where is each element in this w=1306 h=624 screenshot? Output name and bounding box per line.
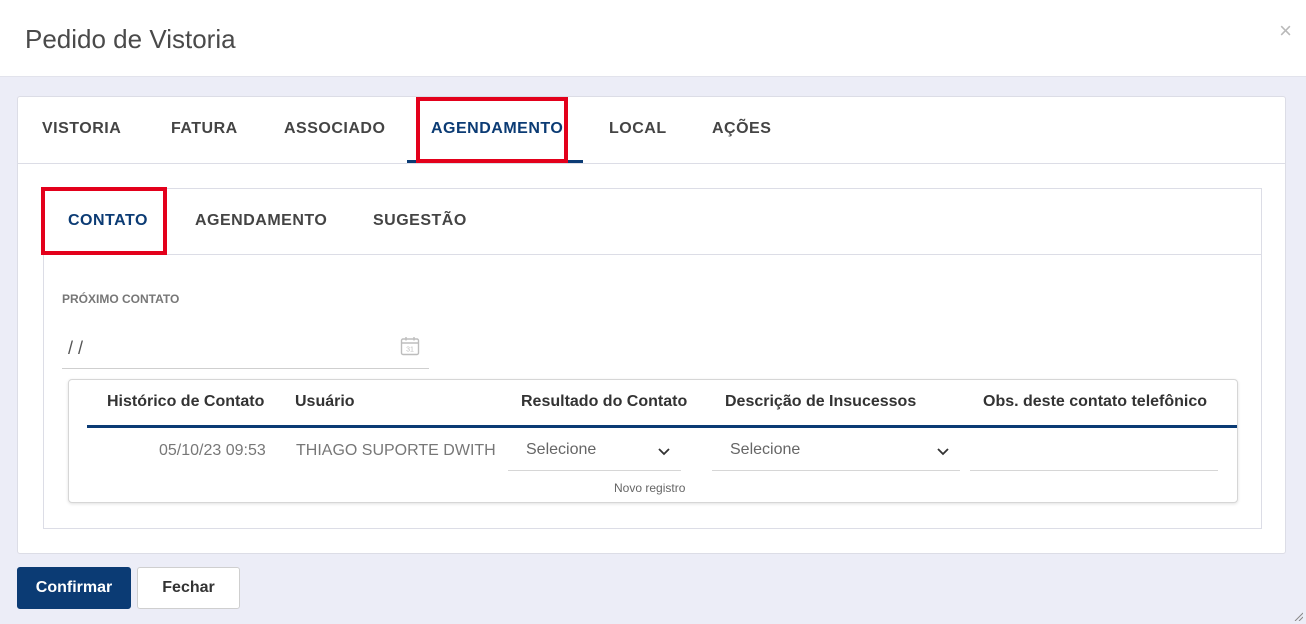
confirm-button[interactable]: Confirmar: [17, 567, 131, 609]
tab-fatura[interactable]: FATURA: [171, 120, 238, 138]
tab-local[interactable]: LOCAL: [609, 120, 667, 138]
main-card: VISTORIA FATURA ASSOCIADO AGENDAMENTO LO…: [17, 96, 1286, 554]
column-header-resultado: Resultado do Contato: [521, 393, 688, 410]
subtab-contato[interactable]: CONTATO: [68, 212, 148, 230]
column-header-descricao: Descrição de Insucessos: [725, 393, 917, 410]
svg-text:31: 31: [406, 347, 414, 354]
column-header-usuario: Usuário: [295, 393, 355, 410]
table-header-divider: [87, 425, 1237, 428]
column-header-obs: Obs. deste contato telefônico: [983, 393, 1208, 410]
chevron-down-icon: [937, 448, 949, 456]
resultado-select-value: Selecione: [526, 441, 597, 458]
sub-tabs: CONTATO AGENDAMENTO SUGESTÃO: [44, 189, 1261, 255]
active-tab-indicator: [407, 160, 583, 163]
descricao-select-value: Selecione: [730, 441, 801, 458]
tab-agendamento[interactable]: AGENDAMENTO: [431, 120, 563, 138]
tab-vistoria[interactable]: VISTORIA: [42, 120, 121, 138]
modal-title: Pedido de Vistoria: [25, 24, 236, 54]
resize-grip-icon[interactable]: [1293, 611, 1303, 621]
subtab-sugestao[interactable]: SUGESTÃO: [373, 212, 467, 230]
new-record-link[interactable]: Novo registro: [614, 481, 685, 495]
tab-associado[interactable]: ASSOCIADO: [284, 120, 385, 138]
proximo-contato-label: PRÓXIMO CONTATO: [62, 292, 180, 306]
close-icon[interactable]: ×: [1279, 20, 1292, 42]
close-button[interactable]: Fechar: [137, 567, 240, 609]
sub-card: CONTATO AGENDAMENTO SUGESTÃO PRÓXIMO CON…: [41, 187, 1262, 529]
obs-input[interactable]: [970, 430, 1218, 471]
modal-header: Pedido de Vistoria ×: [0, 0, 1306, 77]
cell-historico: 05/10/23 09:53: [159, 442, 266, 459]
cell-usuario: THIAGO SUPORTE DWITH: [296, 442, 496, 459]
descricao-select[interactable]: Selecione: [712, 430, 960, 471]
column-header-historico: Histórico de Contato: [107, 393, 265, 410]
contact-history-table: Histórico de Contato Usuário Resultado d…: [68, 379, 1238, 503]
subtab-agendamento[interactable]: AGENDAMENTO: [195, 212, 327, 230]
tab-acoes[interactable]: AÇÕES: [712, 120, 771, 138]
resultado-select[interactable]: Selecione: [508, 430, 681, 471]
calendar-icon[interactable]: 31: [400, 336, 420, 356]
main-tabs: VISTORIA FATURA ASSOCIADO AGENDAMENTO LO…: [18, 97, 1285, 164]
chevron-down-icon: [658, 448, 670, 456]
proximo-contato-date-input[interactable]: [62, 329, 429, 369]
